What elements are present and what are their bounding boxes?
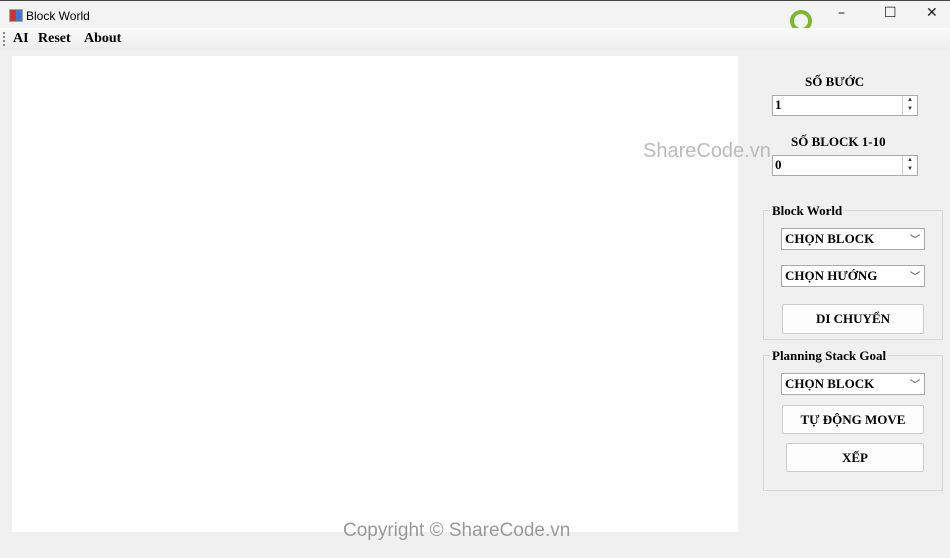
window-title: Block World	[26, 9, 90, 23]
planning-choose-block-combo[interactable]: CHỌN BLOCK ﹀	[781, 373, 925, 395]
steps-input[interactable]: 1 ▲ ▼	[772, 95, 918, 116]
watermark-copyright: Copyright © ShareCode.vn	[343, 520, 571, 541]
blocks-spin-buttons[interactable]: ▲ ▼	[902, 156, 917, 175]
choose-direction-text: CHỌN HƯỚNG	[785, 268, 878, 283]
choose-block-text: CHỌN BLOCK	[785, 231, 875, 246]
planning-group-title: Planning Stack Goal	[770, 348, 889, 364]
block-world-canvas[interactable]	[12, 56, 738, 532]
blocks-label: SỐ BLOCK 1-10	[791, 134, 886, 149]
steps-value: 1	[775, 97, 782, 112]
blocks-input[interactable]: 0 ▲ ▼	[772, 155, 918, 176]
steps-spin-buttons[interactable]: ▲ ▼	[902, 96, 917, 115]
move-button[interactable]: DI CHUYỂN	[782, 304, 924, 334]
choose-block-combo[interactable]: CHỌN BLOCK ﹀	[781, 228, 925, 250]
chevron-down-icon: ﹀	[910, 380, 920, 391]
stack-button[interactable]: XẾP	[786, 443, 924, 472]
menu-ai[interactable]: AI	[13, 31, 29, 47]
watermark-mid: ShareCode.vn	[643, 140, 771, 162]
block-world-group-title: Block World	[770, 203, 845, 219]
menu-bar: AI Reset About	[0, 28, 950, 50]
chevron-down-icon: ﹀	[910, 272, 920, 283]
steps-label: SỐ BƯỚC	[805, 74, 865, 89]
planning-choose-block-text: CHỌN BLOCK	[785, 376, 875, 391]
menu-reset[interactable]: Reset	[38, 31, 71, 47]
blocks-value: 0	[775, 157, 782, 172]
menu-about[interactable]: About	[84, 31, 121, 47]
app-icon	[9, 9, 23, 22]
choose-direction-combo[interactable]: CHỌN HƯỚNG ﹀	[781, 265, 925, 287]
menu-grip	[3, 32, 7, 46]
chevron-down-icon: ﹀	[910, 235, 920, 246]
auto-move-button[interactable]: TỰ ĐỘNG MOVE	[782, 405, 924, 434]
